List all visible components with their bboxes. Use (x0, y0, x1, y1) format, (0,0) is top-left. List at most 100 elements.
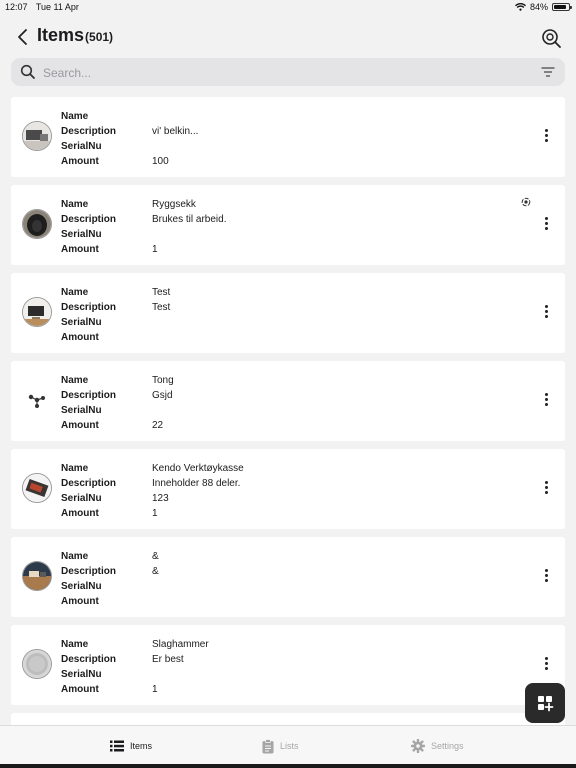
field-values: Slaghammer Er best 1 (152, 637, 209, 697)
item-serial (152, 403, 174, 418)
item-card[interactable]: Name Description SerialNu Amount vi' bel… (11, 97, 565, 177)
filter-icon[interactable] (541, 65, 555, 79)
more-vertical-icon[interactable] (541, 305, 551, 321)
label-description: Description (61, 302, 117, 313)
search-input[interactable] (41, 62, 505, 84)
more-vertical-icon[interactable] (541, 569, 551, 585)
label-amount: Amount (61, 508, 99, 519)
item-name: & (152, 551, 159, 562)
label-name: Name (61, 551, 89, 562)
field-labels: Name Description SerialNu Amount (61, 637, 116, 697)
placeholder-molecule-icon (22, 385, 52, 415)
items-list: Name Description SerialNu Amount vi' bel… (11, 97, 565, 741)
label-description: Description (61, 214, 117, 225)
label-serial: SerialNu (61, 493, 102, 504)
item-name: Ryggsekk (152, 199, 196, 210)
item-serial (152, 315, 170, 330)
status-bar: 12:07 Tue 11 Apr 84% (0, 0, 576, 16)
more-vertical-icon[interactable] (541, 217, 551, 233)
item-card[interactable]: Name Description SerialNu Amount Slagham… (11, 625, 565, 705)
tab-settings[interactable]: Settings (411, 736, 464, 756)
label-amount: Amount (61, 156, 99, 167)
item-description: Test (152, 302, 171, 313)
field-values: & & (152, 549, 159, 609)
item-card[interactable]: Name Description SerialNu Amount Test Te… (11, 273, 565, 353)
more-vertical-icon[interactable] (541, 657, 551, 673)
tab-items[interactable]: Items (110, 736, 152, 756)
tab-lists[interactable]: Lists (262, 736, 299, 756)
search-bar[interactable] (11, 58, 565, 86)
status-date: Tue 11 Apr (35, 2, 79, 12)
tab-items-label: Items (130, 741, 153, 751)
field-labels: Name Description SerialNu Amount (61, 197, 116, 257)
label-serial: SerialNu (61, 669, 102, 680)
item-amount: 100 (152, 156, 169, 167)
item-photo (22, 297, 52, 327)
label-serial: SerialNu (61, 229, 102, 240)
page-title: Items(501) (37, 25, 113, 46)
label-name: Name (61, 111, 89, 122)
field-values: Kendo Verktøykasse Inneholder 88 deler. … (152, 461, 244, 521)
item-name: Tong (152, 375, 174, 386)
item-name: Test (152, 287, 171, 298)
item-serial: 123 (152, 493, 169, 504)
item-amount: 1 (152, 244, 158, 255)
tab-bar: Items Lists Settings (0, 725, 576, 768)
item-name: Kendo Verktøykasse (152, 463, 244, 474)
label-amount: Amount (61, 244, 99, 255)
tab-settings-label: Settings (431, 741, 464, 751)
item-serial (152, 579, 159, 594)
label-amount: Amount (61, 684, 99, 695)
field-labels: Name Description SerialNu Amount (61, 461, 116, 521)
field-labels: Name Description SerialNu Amount (61, 285, 116, 345)
label-serial: SerialNu (61, 141, 102, 152)
item-amount: 1 (152, 684, 158, 695)
more-vertical-icon[interactable] (541, 129, 551, 145)
field-labels: Name Description SerialNu Amount (61, 549, 116, 609)
label-name: Name (61, 639, 89, 650)
field-labels: Name Description SerialNu Amount (61, 109, 116, 169)
item-photo (22, 473, 52, 503)
label-amount: Amount (61, 596, 99, 607)
item-description: Brukes til arbeid. (152, 214, 227, 225)
item-description: & (152, 566, 159, 577)
more-vertical-icon[interactable] (541, 393, 551, 409)
field-values: Ryggsekk Brukes til arbeid. 1 (152, 197, 226, 257)
battery-percent: 84% (529, 2, 548, 12)
label-serial: SerialNu (61, 317, 102, 328)
item-description: vi' belkin... (152, 126, 199, 137)
item-card[interactable]: Name Description SerialNu Amount & & (11, 537, 565, 617)
item-card[interactable]: Name Description SerialNu Amount Ryggsek… (11, 185, 565, 265)
item-card[interactable]: Name Description SerialNu Amount Kendo V… (11, 449, 565, 529)
item-description: Gsjd (152, 390, 173, 401)
page-title-text: Items (37, 25, 85, 45)
item-name (152, 109, 198, 124)
item-amount (152, 330, 170, 345)
add-item-button[interactable] (525, 683, 565, 723)
search-icon (20, 64, 35, 79)
label-serial: SerialNu (61, 581, 102, 592)
gear-icon (411, 739, 425, 753)
item-serial (152, 227, 226, 242)
item-serial (152, 667, 209, 682)
field-values: vi' belkin... 100 (152, 109, 198, 169)
label-serial: SerialNu (61, 405, 102, 416)
field-labels: Name Description SerialNu Amount (61, 373, 116, 433)
item-count: (501) (85, 30, 114, 44)
scan-search-icon[interactable] (540, 27, 562, 49)
label-description: Description (61, 654, 117, 665)
label-description: Description (61, 390, 117, 401)
item-amount (152, 594, 159, 609)
item-serial (152, 139, 198, 154)
item-photo (22, 561, 52, 591)
item-card[interactable]: Name Description SerialNu Amount Tong Gs… (11, 361, 565, 441)
label-name: Name (61, 287, 89, 298)
item-photo (22, 649, 52, 679)
label-name: Name (61, 375, 89, 386)
home-indicator (0, 764, 576, 768)
more-vertical-icon[interactable] (541, 481, 551, 497)
label-amount: Amount (61, 420, 99, 431)
back-chevron-icon[interactable] (14, 27, 34, 47)
field-values: Tong Gsjd 22 (152, 373, 174, 433)
header: Items(501) (0, 24, 576, 50)
